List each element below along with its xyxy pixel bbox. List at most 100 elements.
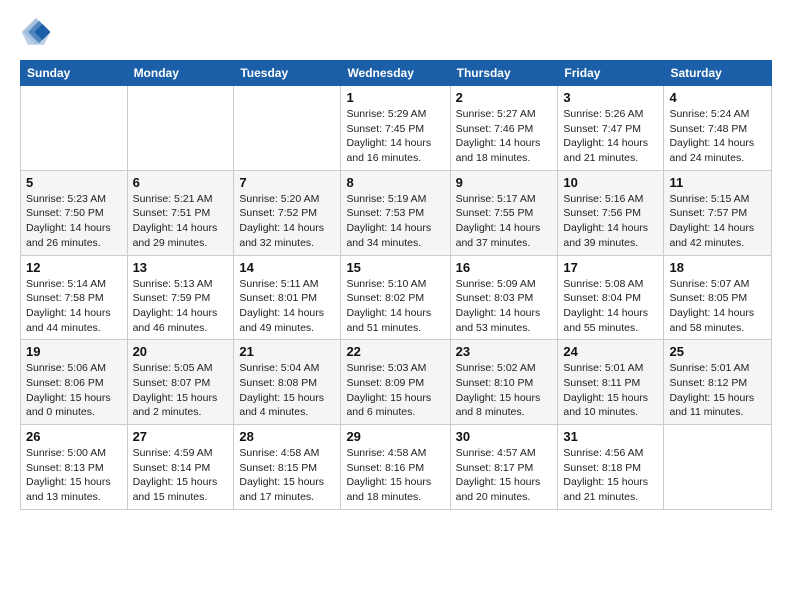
cell-date: 21 xyxy=(239,344,335,359)
cell-info: Sunrise: 5:13 AMSunset: 7:59 PMDaylight:… xyxy=(133,277,229,336)
cell-info: Sunrise: 5:01 AMSunset: 8:12 PMDaylight:… xyxy=(669,361,766,420)
cell-date: 5 xyxy=(26,175,122,190)
col-header-tuesday: Tuesday xyxy=(234,61,341,86)
calendar-cell: 16 Sunrise: 5:09 AMSunset: 8:03 PMDayligh… xyxy=(450,255,558,340)
cell-info: Sunrise: 5:08 AMSunset: 8:04 PMDaylight:… xyxy=(563,277,658,336)
cell-date: 6 xyxy=(133,175,229,190)
cell-date: 9 xyxy=(456,175,553,190)
calendar-cell: 1 Sunrise: 5:29 AMSunset: 7:45 PMDaylight… xyxy=(341,86,450,171)
col-header-wednesday: Wednesday xyxy=(341,61,450,86)
cell-info: Sunrise: 5:27 AMSunset: 7:46 PMDaylight:… xyxy=(456,107,553,166)
calendar-cell: 4 Sunrise: 5:24 AMSunset: 7:48 PMDaylight… xyxy=(664,86,772,171)
calendar-cell: 26 Sunrise: 5:00 AMSunset: 8:13 PMDayligh… xyxy=(21,425,128,510)
calendar-cell xyxy=(21,86,128,171)
cell-date: 13 xyxy=(133,260,229,275)
calendar-cell: 5 Sunrise: 5:23 AMSunset: 7:50 PMDaylight… xyxy=(21,170,128,255)
header xyxy=(20,16,772,48)
cell-date: 11 xyxy=(669,175,766,190)
calendar-cell: 9Sunrise: 5:17 AMSunset: 7:55 PMDaylight… xyxy=(450,170,558,255)
cell-date: 31 xyxy=(563,429,658,444)
calendar-cell: 18 Sunrise: 5:07 AMSunset: 8:05 PMDayligh… xyxy=(664,255,772,340)
cell-date: 3 xyxy=(563,90,658,105)
cell-date: 30 xyxy=(456,429,553,444)
calendar-week-3: 12 Sunrise: 5:14 AMSunset: 7:58 PMDayligh… xyxy=(21,255,772,340)
calendar-cell: 19Sunrise: 5:06 AMSunset: 8:06 PMDayligh… xyxy=(21,340,128,425)
calendar-table: SundayMondayTuesdayWednesdayThursdayFrid… xyxy=(20,60,772,510)
calendar-cell: 14 Sunrise: 5:11 AMSunset: 8:01 PMDayligh… xyxy=(234,255,341,340)
calendar-cell: 17 Sunrise: 5:08 AMSunset: 8:04 PMDayligh… xyxy=(558,255,664,340)
cell-info: Sunrise: 5:07 AMSunset: 8:05 PMDaylight:… xyxy=(669,277,766,336)
cell-info: Sunrise: 5:29 AMSunset: 7:45 PMDaylight:… xyxy=(346,107,444,166)
calendar-cell: 6 Sunrise: 5:21 AMSunset: 7:51 PMDaylight… xyxy=(127,170,234,255)
col-header-friday: Friday xyxy=(558,61,664,86)
cell-info: Sunrise: 4:58 AMSunset: 8:15 PMDaylight:… xyxy=(239,446,335,505)
cell-info: Sunrise: 5:24 AMSunset: 7:48 PMDaylight:… xyxy=(669,107,766,166)
calendar-cell: 3Sunrise: 5:26 AMSunset: 7:47 PMDaylight… xyxy=(558,86,664,171)
calendar-cell: 29 Sunrise: 4:58 AMSunset: 8:16 PMDayligh… xyxy=(341,425,450,510)
calendar-cell: 27 Sunrise: 4:59 AMSunset: 8:14 PMDayligh… xyxy=(127,425,234,510)
calendar-cell: 21Sunrise: 5:04 AMSunset: 8:08 PMDayligh… xyxy=(234,340,341,425)
cell-info: Sunrise: 4:59 AMSunset: 8:14 PMDaylight:… xyxy=(133,446,229,505)
cell-info: Sunrise: 5:06 AMSunset: 8:06 PMDaylight:… xyxy=(26,361,122,420)
calendar-cell: 10Sunrise: 5:16 AMSunset: 7:56 PMDayligh… xyxy=(558,170,664,255)
cell-info: Sunrise: 5:05 AMSunset: 8:07 PMDaylight:… xyxy=(133,361,229,420)
col-header-sunday: Sunday xyxy=(21,61,128,86)
cell-date: 17 xyxy=(563,260,658,275)
cell-date: 29 xyxy=(346,429,444,444)
cell-info: Sunrise: 5:21 AMSunset: 7:51 PMDaylight:… xyxy=(133,192,229,251)
calendar-cell: 8Sunrise: 5:19 AMSunset: 7:53 PMDaylight… xyxy=(341,170,450,255)
cell-date: 18 xyxy=(669,260,766,275)
cell-date: 28 xyxy=(239,429,335,444)
cell-info: Sunrise: 5:15 AMSunset: 7:57 PMDaylight:… xyxy=(669,192,766,251)
cell-info: Sunrise: 5:00 AMSunset: 8:13 PMDaylight:… xyxy=(26,446,122,505)
cell-date: 14 xyxy=(239,260,335,275)
calendar-cell: 20Sunrise: 5:05 AMSunset: 8:07 PMDayligh… xyxy=(127,340,234,425)
cell-date: 1 xyxy=(346,90,444,105)
cell-date: 7 xyxy=(239,175,335,190)
cell-date: 4 xyxy=(669,90,766,105)
cell-date: 24 xyxy=(563,344,658,359)
cell-date: 22 xyxy=(346,344,444,359)
cell-date: 27 xyxy=(133,429,229,444)
calendar-cell: 30 Sunrise: 4:57 AMSunset: 8:17 PMDayligh… xyxy=(450,425,558,510)
cell-info: Sunrise: 5:01 AMSunset: 8:11 PMDaylight:… xyxy=(563,361,658,420)
cell-date: 23 xyxy=(456,344,553,359)
cell-date: 15 xyxy=(346,260,444,275)
calendar-cell: 31 Sunrise: 4:56 AMSunset: 8:18 PMDayligh… xyxy=(558,425,664,510)
cell-info: Sunrise: 4:56 AMSunset: 8:18 PMDaylight:… xyxy=(563,446,658,505)
calendar-week-1: 1 Sunrise: 5:29 AMSunset: 7:45 PMDaylight… xyxy=(21,86,772,171)
calendar-week-5: 26 Sunrise: 5:00 AMSunset: 8:13 PMDayligh… xyxy=(21,425,772,510)
cell-info: Sunrise: 5:11 AMSunset: 8:01 PMDaylight:… xyxy=(239,277,335,336)
calendar-cell: 12 Sunrise: 5:14 AMSunset: 7:58 PMDayligh… xyxy=(21,255,128,340)
cell-info: Sunrise: 5:16 AMSunset: 7:56 PMDaylight:… xyxy=(563,192,658,251)
cell-info: Sunrise: 5:09 AMSunset: 8:03 PMDaylight:… xyxy=(456,277,553,336)
cell-info: Sunrise: 5:14 AMSunset: 7:58 PMDaylight:… xyxy=(26,277,122,336)
cell-date: 25 xyxy=(669,344,766,359)
calendar-cell: 13 Sunrise: 5:13 AMSunset: 7:59 PMDayligh… xyxy=(127,255,234,340)
cell-info: Sunrise: 4:57 AMSunset: 8:17 PMDaylight:… xyxy=(456,446,553,505)
calendar-week-2: 5 Sunrise: 5:23 AMSunset: 7:50 PMDaylight… xyxy=(21,170,772,255)
cell-date: 16 xyxy=(456,260,553,275)
cell-info: Sunrise: 5:20 AMSunset: 7:52 PMDaylight:… xyxy=(239,192,335,251)
calendar-cell: 23Sunrise: 5:02 AMSunset: 8:10 PMDayligh… xyxy=(450,340,558,425)
logo xyxy=(20,16,56,48)
header-row: SundayMondayTuesdayWednesdayThursdayFrid… xyxy=(21,61,772,86)
cell-date: 26 xyxy=(26,429,122,444)
col-header-saturday: Saturday xyxy=(664,61,772,86)
logo-icon xyxy=(20,16,52,48)
cell-info: Sunrise: 5:10 AMSunset: 8:02 PMDaylight:… xyxy=(346,277,444,336)
calendar-cell: 7 Sunrise: 5:20 AMSunset: 7:52 PMDaylight… xyxy=(234,170,341,255)
calendar-cell xyxy=(127,86,234,171)
calendar-cell: 2 Sunrise: 5:27 AMSunset: 7:46 PMDaylight… xyxy=(450,86,558,171)
cell-info: Sunrise: 5:19 AMSunset: 7:53 PMDaylight:… xyxy=(346,192,444,251)
calendar-cell: 22Sunrise: 5:03 AMSunset: 8:09 PMDayligh… xyxy=(341,340,450,425)
page: SundayMondayTuesdayWednesdayThursdayFrid… xyxy=(0,0,792,526)
cell-date: 12 xyxy=(26,260,122,275)
col-header-monday: Monday xyxy=(127,61,234,86)
cell-info: Sunrise: 4:58 AMSunset: 8:16 PMDaylight:… xyxy=(346,446,444,505)
calendar-cell: 24 Sunrise: 5:01 AMSunset: 8:11 PMDayligh… xyxy=(558,340,664,425)
calendar-cell xyxy=(234,86,341,171)
cell-info: Sunrise: 5:23 AMSunset: 7:50 PMDaylight:… xyxy=(26,192,122,251)
calendar-cell: 28 Sunrise: 4:58 AMSunset: 8:15 PMDayligh… xyxy=(234,425,341,510)
cell-date: 2 xyxy=(456,90,553,105)
